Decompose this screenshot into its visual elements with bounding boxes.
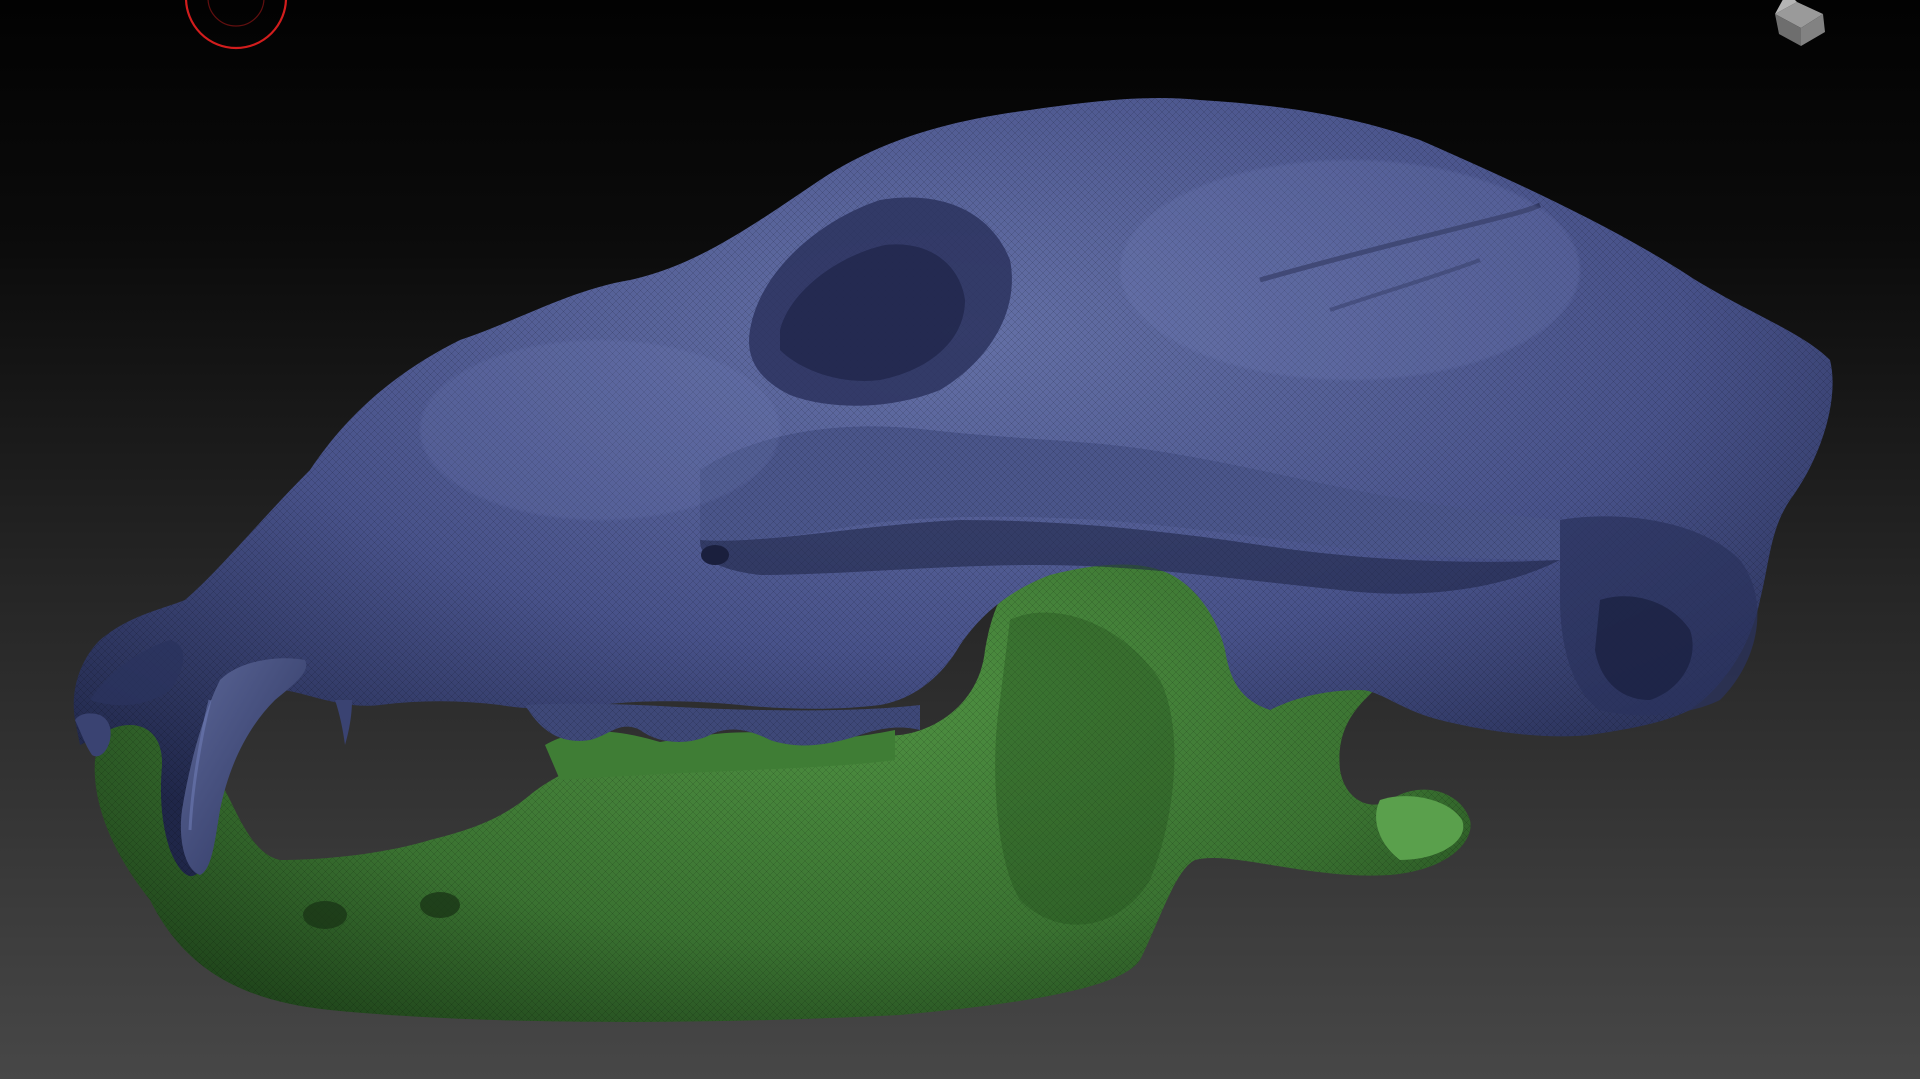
brush-circle-icon[interactable] (184, 0, 288, 50)
view-cube-icon[interactable] (1775, 0, 1825, 46)
skull-model[interactable] (0, 0, 1920, 1079)
upper-premolar (335, 700, 352, 745)
3d-viewport[interactable] (0, 0, 1920, 1079)
